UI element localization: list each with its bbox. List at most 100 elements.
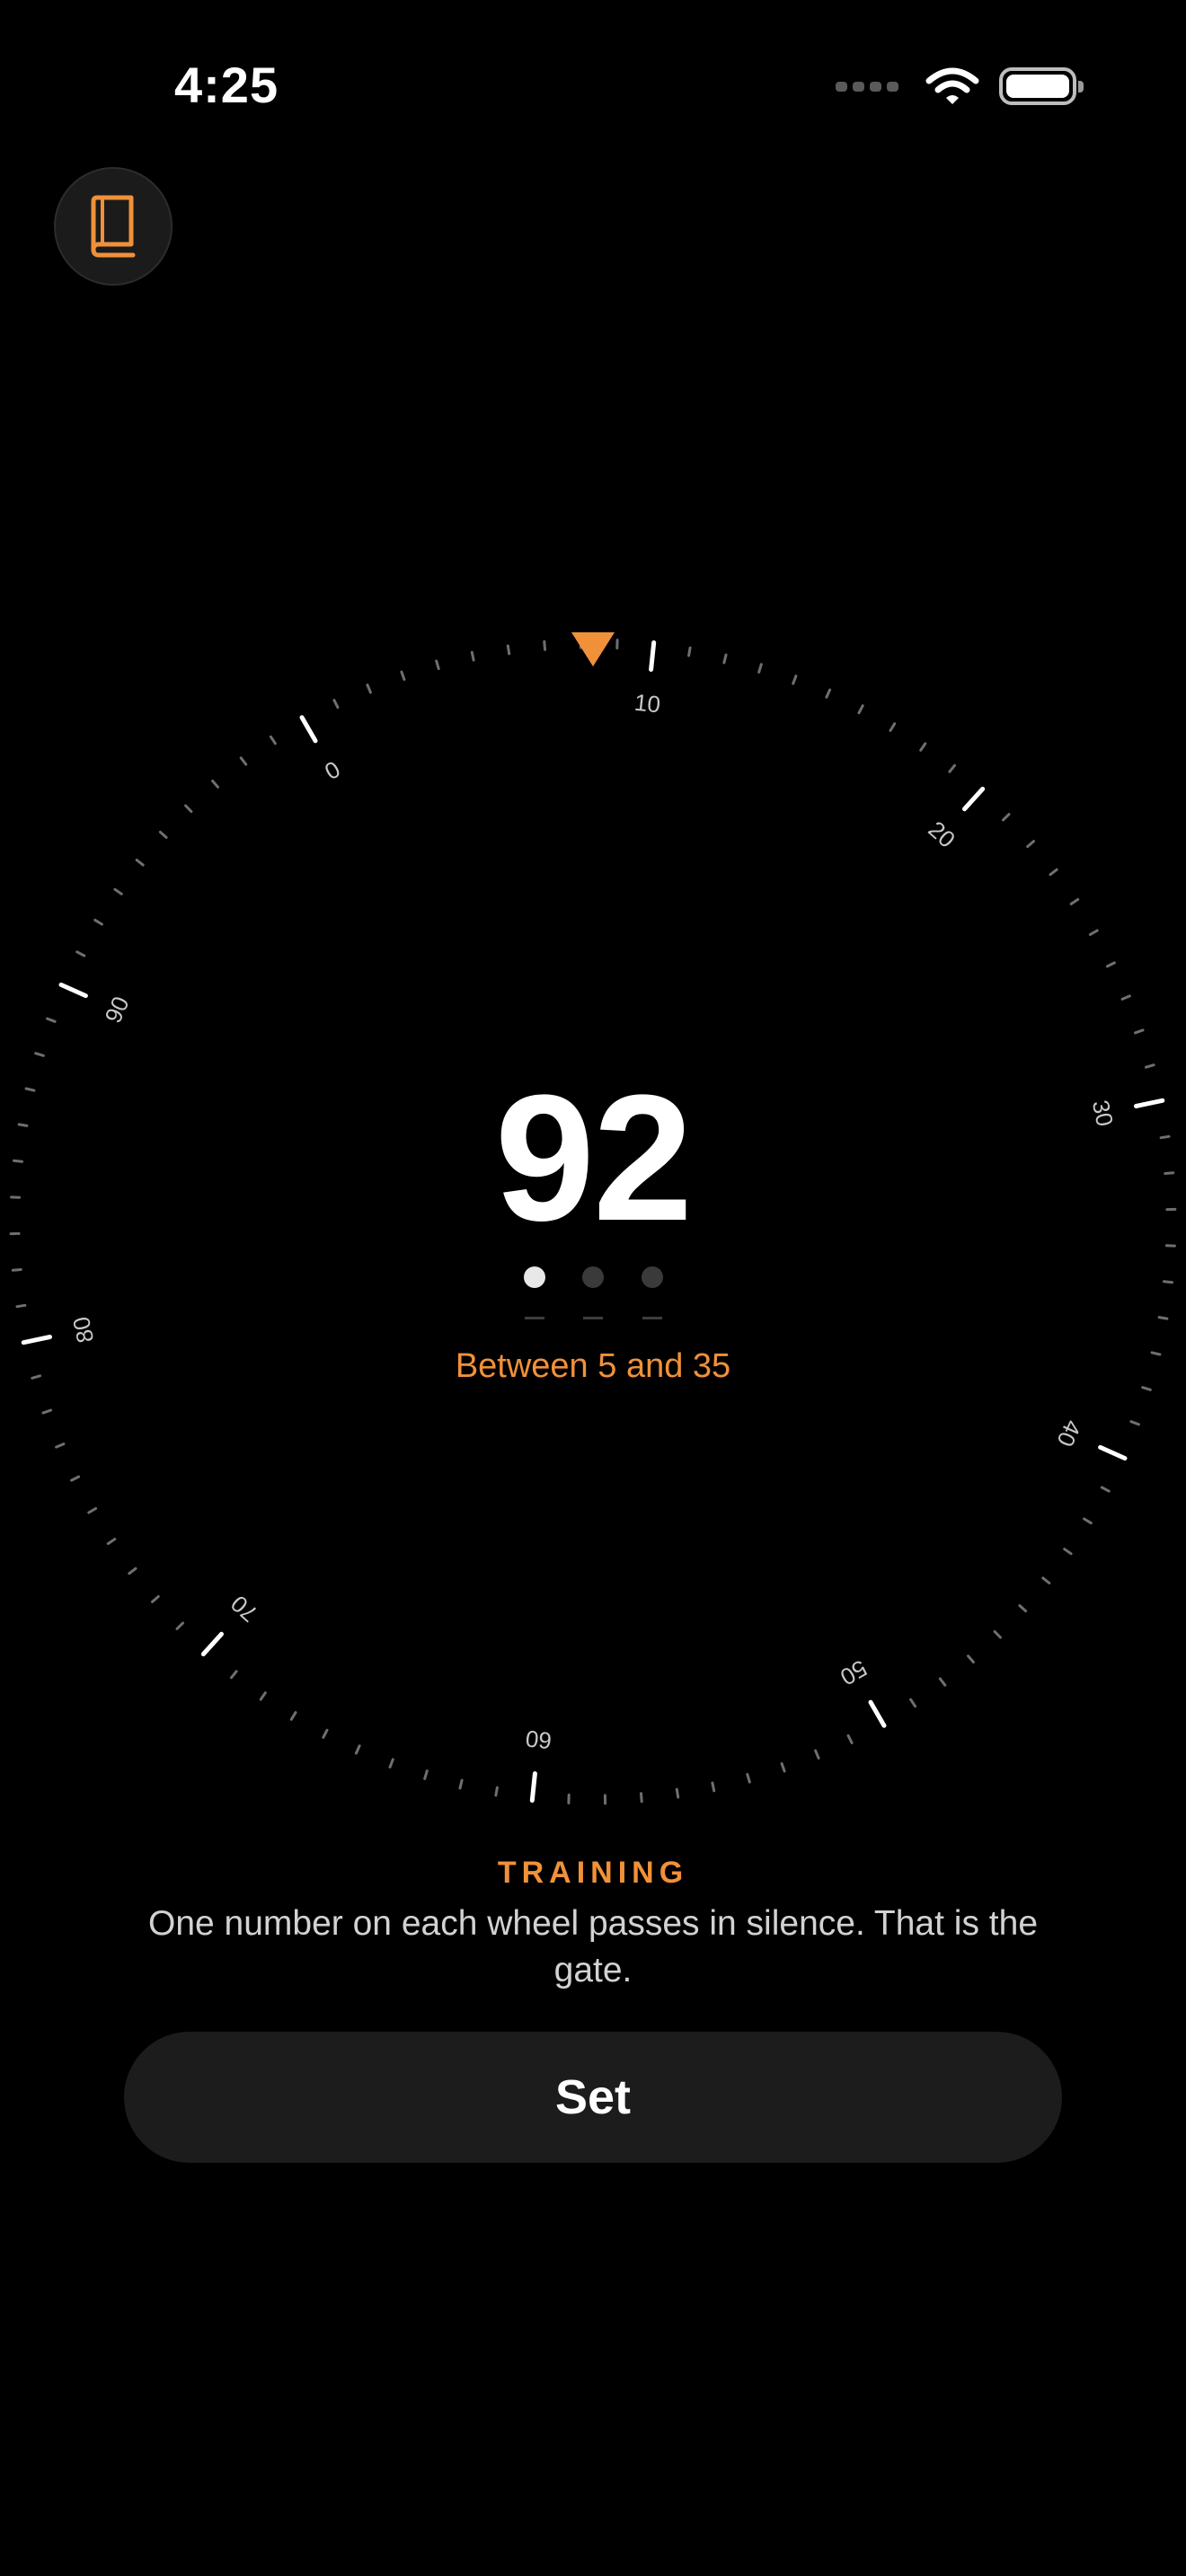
minor-tick: [938, 1677, 947, 1687]
major-tick: [21, 1335, 52, 1345]
wheel-dot-3: [642, 1266, 663, 1288]
range-hint: Between 5 and 35: [455, 1347, 731, 1385]
minor-tick: [780, 1762, 786, 1773]
major-tick: [1098, 1444, 1128, 1461]
training-label: TRAINING: [497, 1856, 689, 1890]
wheel-dot-2: [582, 1266, 604, 1288]
wheel-dash-3: [642, 1317, 662, 1319]
wheel-progress: [503, 1266, 683, 1320]
minor-tick: [400, 670, 406, 681]
set-button[interactable]: Set: [124, 2032, 1062, 2163]
minor-tick: [87, 1507, 98, 1514]
cellular-signal-icon: [836, 81, 898, 92]
minor-tick: [332, 699, 340, 710]
minor-tick: [1105, 961, 1116, 968]
dial-label: 60: [524, 1725, 553, 1754]
minor-tick: [1141, 1386, 1152, 1391]
minor-tick: [55, 1442, 66, 1449]
minor-tick: [1088, 929, 1099, 936]
minor-tick: [230, 1670, 238, 1680]
minor-tick: [711, 1781, 716, 1793]
minor-tick: [1041, 1576, 1051, 1584]
minor-tick: [470, 650, 475, 662]
minor-tick: [34, 1052, 45, 1057]
minor-tick: [435, 659, 440, 670]
minor-tick: [135, 859, 145, 867]
minor-tick: [106, 1538, 117, 1546]
minor-tick: [75, 950, 86, 957]
minor-tick: [993, 1630, 1002, 1639]
minor-tick: [506, 644, 511, 656]
minor-tick: [175, 1621, 184, 1630]
minor-tick: [1157, 1316, 1169, 1320]
minor-tick: [1063, 1548, 1073, 1556]
minor-tick: [289, 1711, 297, 1721]
minor-tick: [458, 1778, 464, 1790]
major-tick: [299, 715, 318, 744]
minor-tick: [1120, 994, 1131, 1001]
wifi-icon: [925, 67, 979, 104]
minor-tick: [354, 1744, 361, 1755]
battery-icon: [999, 67, 1084, 105]
dial-label: 50: [836, 1654, 872, 1690]
minor-tick: [846, 1734, 854, 1744]
dial-label: 90: [99, 992, 134, 1028]
minor-tick: [366, 684, 372, 694]
minor-tick: [948, 763, 956, 773]
minor-tick: [687, 646, 692, 657]
minor-tick: [1083, 1517, 1093, 1525]
minor-tick: [423, 1769, 429, 1780]
minor-tick: [1018, 1604, 1028, 1613]
minor-tick: [825, 688, 832, 699]
minor-tick: [967, 1654, 975, 1663]
dial-label: 40: [1051, 1416, 1086, 1451]
wheel-dot-1: [524, 1266, 545, 1288]
minor-tick: [259, 1691, 267, 1701]
minor-tick: [269, 735, 277, 745]
book-icon: [91, 195, 136, 258]
minor-tick: [41, 1408, 52, 1415]
minor-tick: [93, 918, 103, 926]
minor-tick: [128, 1566, 137, 1575]
major-tick: [962, 786, 986, 812]
minor-tick: [746, 1773, 751, 1784]
training-description: One number on each wheel passes in silen…: [147, 1904, 1039, 1989]
minor-tick: [70, 1475, 81, 1482]
minor-tick: [909, 1698, 917, 1708]
minor-tick: [113, 887, 123, 895]
status-bar: 4:25: [0, 0, 1186, 171]
dial-label: 10: [633, 689, 662, 719]
status-indicators: [836, 65, 1084, 108]
minor-tick: [184, 804, 193, 813]
minor-tick: [1026, 840, 1035, 848]
minor-tick: [15, 1303, 27, 1309]
minor-tick: [1129, 1420, 1140, 1426]
minor-tick: [322, 1728, 329, 1739]
dial-label: 20: [923, 816, 960, 853]
minor-tick: [757, 663, 763, 674]
dial-label: 0: [320, 755, 345, 785]
minor-tick: [722, 653, 728, 665]
minor-tick: [158, 830, 168, 839]
minor-tick: [1163, 1280, 1173, 1284]
major-tick: [529, 1771, 537, 1803]
minor-tick: [239, 756, 248, 766]
guide-button[interactable]: [54, 167, 173, 286]
major-tick: [200, 1631, 224, 1657]
wheel-dash-2: [583, 1317, 603, 1319]
major-tick: [868, 1699, 887, 1728]
wheel-dash-1: [525, 1317, 544, 1319]
minor-tick: [889, 722, 897, 732]
minor-tick: [11, 1268, 22, 1272]
minor-tick: [1049, 868, 1058, 877]
minor-tick: [1134, 1028, 1145, 1035]
minor-tick: [211, 780, 219, 789]
pointer-triangle-icon: [571, 632, 615, 666]
status-time: 4:25: [174, 57, 279, 113]
minor-tick: [543, 640, 546, 651]
minor-tick: [151, 1595, 160, 1603]
minor-tick: [46, 1017, 57, 1023]
dial-label: 80: [67, 1314, 99, 1345]
major-tick: [649, 640, 657, 672]
minor-tick: [1100, 1486, 1111, 1493]
